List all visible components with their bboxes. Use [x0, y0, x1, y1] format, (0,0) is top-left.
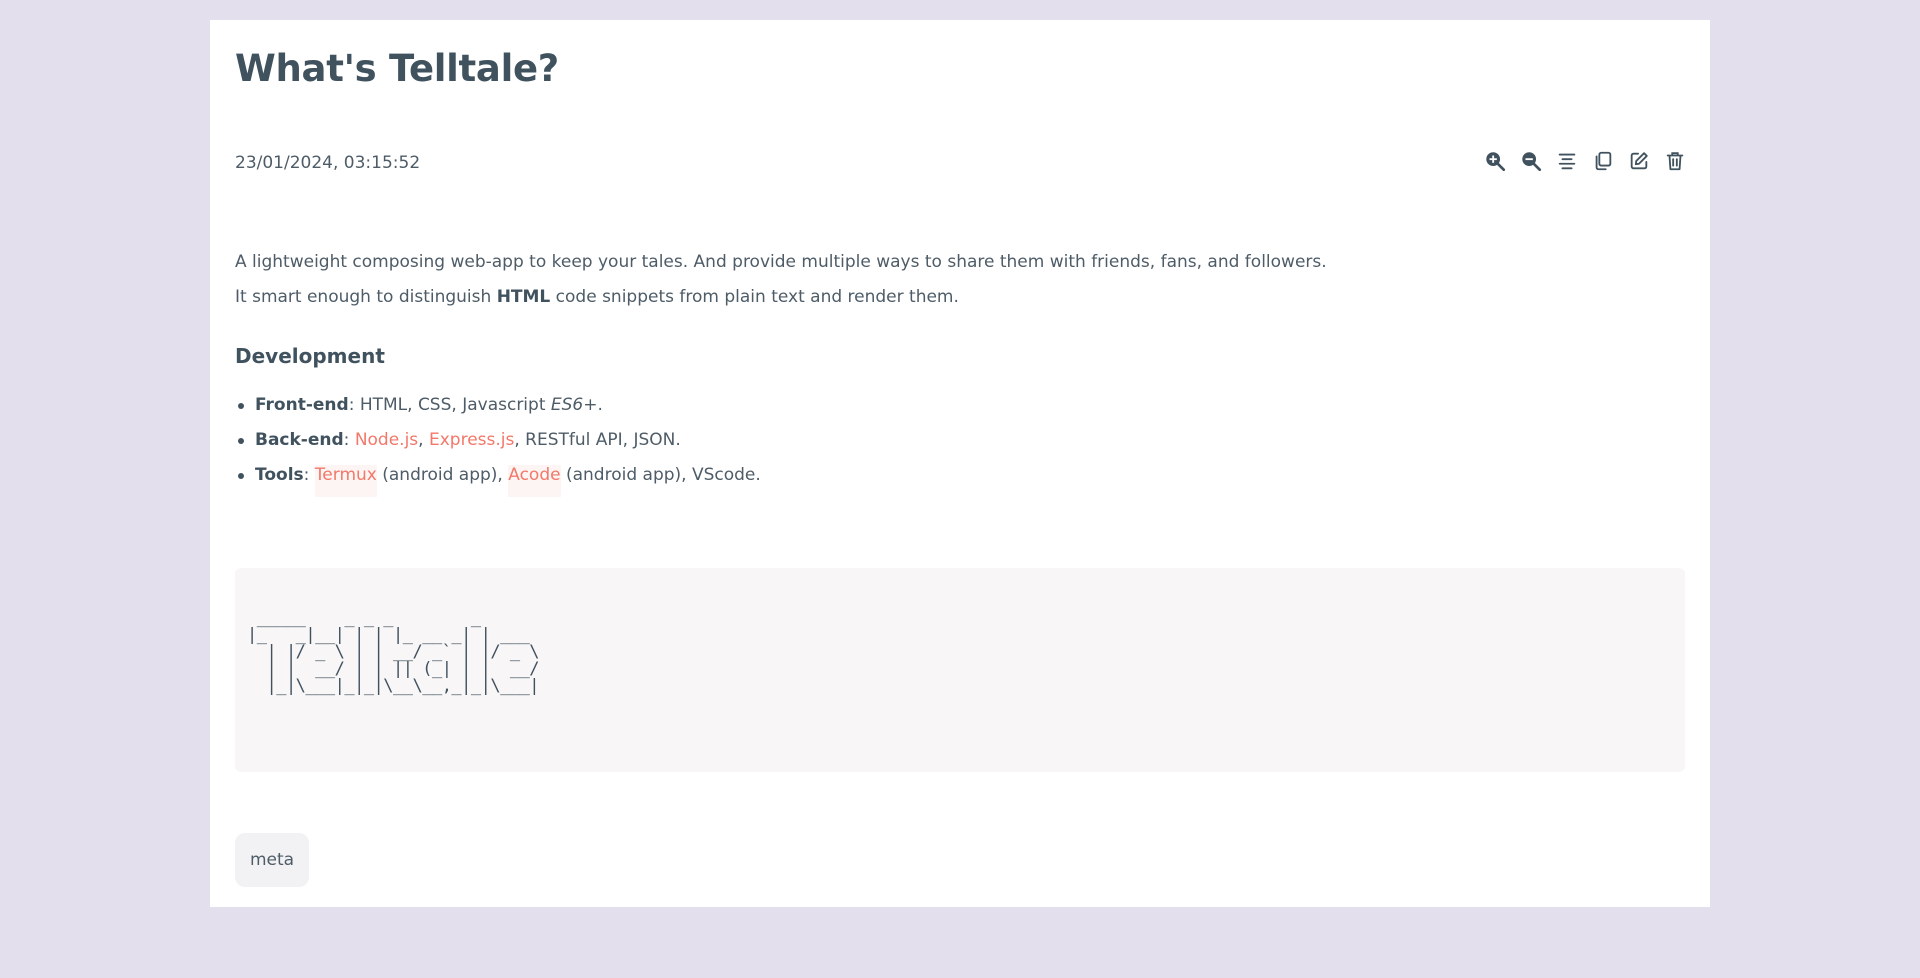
list-item-label: Tools: [255, 465, 304, 485]
tag-meta[interactable]: meta: [235, 833, 310, 887]
code-block: _____ _ _ _ _ |_ _|__| | | |_ __ _| | __…: [235, 568, 1685, 772]
zoom-in-icon: [1486, 152, 1506, 172]
align-center-icon: [1558, 153, 1576, 170]
list-item-text: HTML, CSS, Javascript: [359, 395, 551, 415]
development-list: Front-end: HTML, CSS, Javascript ES6+. B…: [235, 388, 1685, 497]
zoom-out-icon: [1522, 152, 1542, 172]
expressjs-link[interactable]: Express.js: [429, 430, 514, 450]
list-item-label: Front-end: [255, 395, 349, 415]
post-card: What's Telltale? 23/01/2024, 03:15:52 A …: [210, 20, 1710, 907]
intro-paragraph: A lightweight composing web-app to keep …: [235, 252, 1327, 272]
paragraph-text: code snippets from plain text and render…: [550, 287, 959, 307]
post-title: What's Telltale?: [235, 47, 559, 90]
list-item-text: (android app), VScode.: [560, 465, 761, 485]
edit-icon: [1630, 152, 1648, 170]
separator: :: [343, 430, 355, 450]
termux-link[interactable]: Termux: [314, 465, 377, 497]
acode-link[interactable]: Acode: [508, 465, 561, 497]
list-item-label: Back-end: [255, 430, 344, 450]
list-item-italic: ES6+: [550, 395, 598, 415]
separator: :: [303, 465, 315, 485]
separator: ,: [418, 430, 429, 450]
list-item-backend: Back-end: Node.js, Express.js, RESTful A…: [238, 423, 1685, 458]
post-body: A lightweight composing web-app to keep …: [235, 245, 1685, 497]
list-item-frontend: Front-end: HTML, CSS, Javascript ES6+.: [238, 388, 1685, 423]
post-toolbar: [1482, 148, 1688, 174]
list-item-tools: Tools: Termux (android app), Acode (andr…: [238, 458, 1685, 497]
development-heading: Development: [235, 344, 385, 368]
zoom-out-button[interactable]: [1518, 148, 1544, 174]
ascii-art-logo: _____ _ _ _ _ |_ _|__| | | |_ __ _| | __…: [247, 608, 540, 696]
post-meta-row: 23/01/2024, 03:15:52: [235, 148, 1688, 178]
separator: :: [348, 395, 360, 415]
delete-button[interactable]: [1662, 148, 1688, 174]
html-bold-text: HTML: [496, 287, 551, 307]
edit-button[interactable]: [1626, 148, 1652, 174]
html-paragraph: It smart enough to distinguish HTML code…: [235, 280, 1685, 315]
trash-icon: [1666, 152, 1684, 171]
post-timestamp: 23/01/2024, 03:15:52: [235, 153, 421, 173]
zoom-in-button[interactable]: [1482, 148, 1508, 174]
separator: .: [597, 395, 603, 415]
list-item-text: (android app),: [376, 465, 509, 485]
copy-button[interactable]: [1590, 148, 1616, 174]
align-center-button[interactable]: [1554, 148, 1580, 174]
nodejs-link[interactable]: Node.js: [355, 430, 418, 450]
paragraph-text: It smart enough to distinguish: [235, 287, 497, 307]
copy-icon: [1595, 151, 1612, 171]
list-item-text: , RESTful API, JSON.: [514, 430, 681, 450]
